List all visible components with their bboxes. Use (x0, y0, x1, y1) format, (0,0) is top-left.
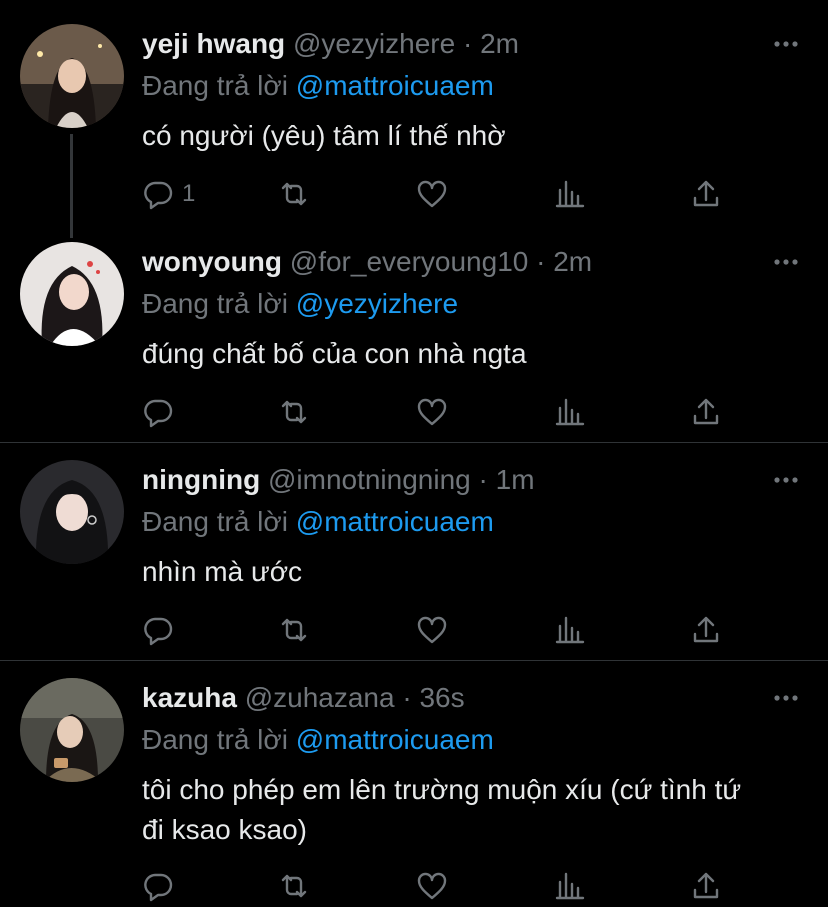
divider (0, 442, 828, 443)
display-name[interactable]: ningning (142, 464, 260, 495)
avatar[interactable] (20, 242, 124, 346)
reply-tweet[interactable]: kazuha @zuhazana · 36s Đang trả lời @mat… (0, 678, 828, 907)
reply-tweet[interactable]: wonyoung @for_everyoung10 · 2m Đang trả … (0, 242, 828, 442)
avatar[interactable] (20, 24, 124, 128)
heart-icon (416, 178, 448, 210)
retweet-icon (278, 870, 310, 902)
like-button[interactable] (416, 868, 448, 904)
mention-link[interactable]: @yezyizhere (296, 288, 458, 319)
analytics-button[interactable] (554, 868, 586, 904)
avatar[interactable] (20, 460, 124, 564)
divider (0, 660, 828, 661)
heart-icon (416, 870, 448, 902)
retweet-button[interactable] (278, 612, 310, 648)
tweet-text: có người (yêu) tâm lí thế nhờ (142, 120, 506, 151)
reply-button[interactable] (142, 612, 182, 648)
separator-dot: · (402, 682, 412, 713)
mention-link[interactable]: @mattroicuaem (296, 506, 494, 537)
share-button[interactable] (690, 612, 722, 648)
retweet-icon (278, 396, 310, 428)
replying-to-label: Đang trả lời (142, 288, 288, 319)
retweet-icon (278, 614, 310, 646)
analytics-button[interactable] (554, 612, 586, 648)
action-bar (142, 868, 742, 904)
replying-to-label: Đang trả lời (142, 70, 288, 101)
reply-tweet[interactable]: yeji hwang @yezyizhere · 2m Đang trả lời… (0, 24, 828, 224)
more-horizontal-icon[interactable] (772, 686, 800, 710)
tweet-header: ningning @imnotningning · 1m (142, 460, 535, 500)
display-name[interactable]: yeji hwang (142, 28, 285, 59)
user-handle[interactable]: @imnotningning (268, 464, 471, 495)
timestamp[interactable]: 2m (480, 28, 519, 59)
share-upload-icon (690, 614, 722, 646)
like-button[interactable] (416, 612, 448, 648)
display-name[interactable]: wonyoung (142, 246, 282, 277)
share-button[interactable] (690, 394, 722, 430)
more-horizontal-icon[interactable] (772, 468, 800, 492)
analytics-bars-icon (554, 870, 586, 902)
reply-bubble-icon (142, 178, 174, 210)
action-bar: 1 (142, 176, 742, 212)
display-name[interactable]: kazuha (142, 682, 237, 713)
tweet-header: yeji hwang @yezyizhere · 2m (142, 24, 519, 64)
reply-bubble-icon (142, 870, 174, 902)
tweet-text: nhìn mà ước (142, 556, 303, 587)
replying-to-label: Đang trả lời (142, 724, 288, 755)
separator-dot: · (478, 464, 488, 495)
timestamp[interactable]: 2m (553, 246, 592, 277)
action-bar (142, 612, 742, 648)
share-upload-icon (690, 870, 722, 902)
mention-link[interactable]: @mattroicuaem (296, 724, 494, 755)
tweet-header: wonyoung @for_everyoung10 · 2m (142, 242, 592, 282)
heart-icon (416, 614, 448, 646)
tweet-text: đúng chất bố của con nhà ngta (142, 338, 527, 369)
heart-icon (416, 396, 448, 428)
replying-to-line: Đang trả lời @mattroicuaem (142, 502, 494, 542)
separator-dot: · (536, 246, 546, 277)
more-horizontal-icon[interactable] (772, 32, 800, 56)
analytics-bars-icon (554, 614, 586, 646)
more-horizontal-icon[interactable] (772, 250, 800, 274)
user-handle[interactable]: @zuhazana (245, 682, 395, 713)
avatar[interactable] (20, 678, 124, 782)
reply-button[interactable] (142, 868, 182, 904)
retweet-button[interactable] (278, 176, 310, 212)
reply-bubble-icon (142, 396, 174, 428)
like-button[interactable] (416, 176, 448, 212)
analytics-button[interactable] (554, 394, 586, 430)
tweet-text: tôi cho phép em lên trường muộn xíu (cứ … (142, 774, 742, 845)
like-button[interactable] (416, 394, 448, 430)
analytics-bars-icon (554, 396, 586, 428)
timestamp[interactable]: 1m (496, 464, 535, 495)
share-button[interactable] (690, 868, 722, 904)
separator-dot: · (462, 28, 473, 59)
reply-bubble-icon (142, 614, 174, 646)
retweet-icon (278, 178, 310, 210)
replying-to-line: Đang trả lời @yezyizhere (142, 284, 458, 324)
reply-button[interactable] (142, 394, 182, 430)
replying-to-line: Đang trả lời @mattroicuaem (142, 66, 494, 106)
reply-tweet[interactable]: ningning @imnotningning · 1m Đang trả lờ… (0, 460, 828, 660)
reply-feed: yeji hwang @yezyizhere · 2m Đang trả lời… (0, 0, 828, 907)
analytics-button[interactable] (554, 176, 586, 212)
retweet-button[interactable] (278, 868, 310, 904)
user-handle[interactable]: @yezyizhere (293, 28, 455, 59)
analytics-bars-icon (554, 178, 586, 210)
mention-link[interactable]: @mattroicuaem (296, 70, 494, 101)
reply-count: 1 (182, 180, 196, 207)
timestamp[interactable]: 36s (419, 682, 464, 713)
action-bar (142, 394, 742, 430)
user-handle[interactable]: @for_everyoung10 (290, 246, 529, 277)
replying-to-line: Đang trả lời @mattroicuaem (142, 720, 494, 760)
reply-button[interactable]: 1 (142, 176, 195, 212)
retweet-button[interactable] (278, 394, 310, 430)
share-upload-icon (690, 396, 722, 428)
share-button[interactable] (690, 176, 722, 212)
tweet-header: kazuha @zuhazana · 36s (142, 678, 465, 718)
replying-to-label: Đang trả lời (142, 506, 288, 537)
share-upload-icon (690, 178, 722, 210)
